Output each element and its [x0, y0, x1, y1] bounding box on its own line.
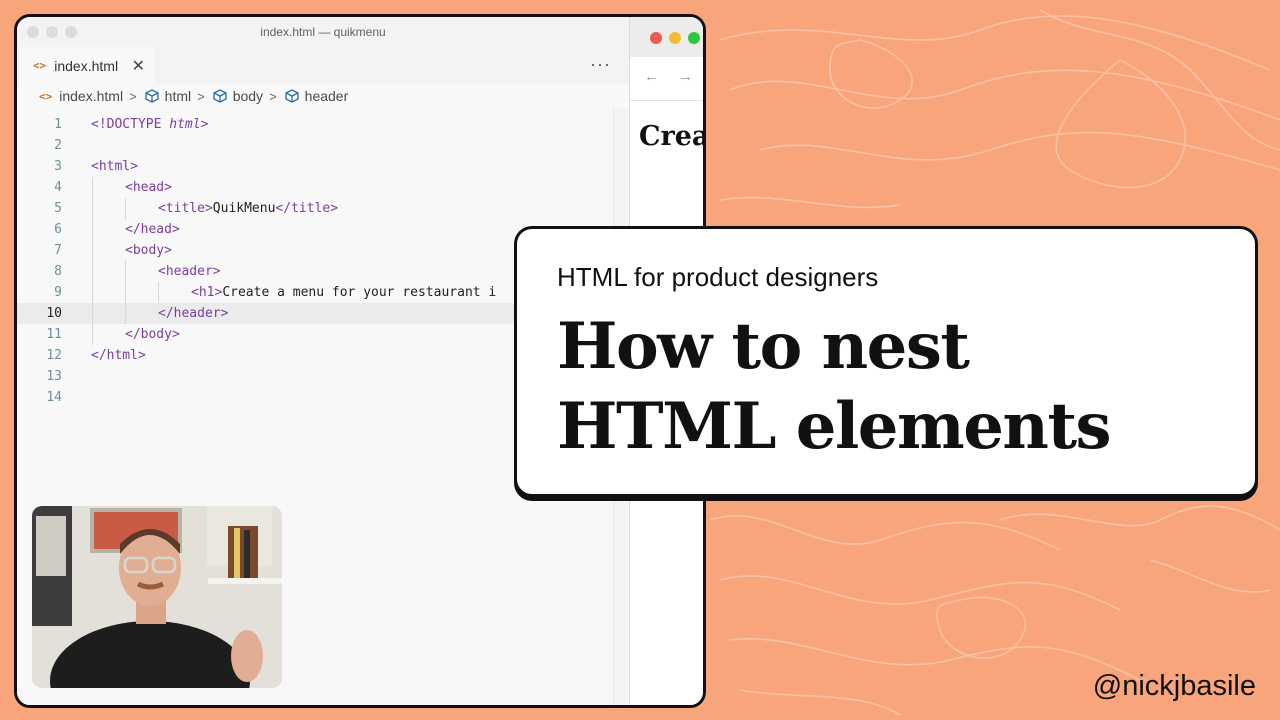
code-text: </header> [158, 306, 229, 321]
line-number: 13 [46, 369, 62, 384]
indent-guide [125, 198, 126, 219]
indent-guide [158, 282, 159, 303]
code-text: <h1>Create a menu for your restaurant i [191, 285, 497, 300]
code-text: <html> [91, 159, 138, 174]
browser-minimize-button[interactable] [669, 32, 681, 44]
page-heading-preview: Creat [639, 121, 703, 152]
line-number: 8 [54, 264, 62, 279]
editor-titlebar: index.html — quikmenu [17, 17, 703, 47]
code-text: <body> [125, 243, 172, 258]
code-text: </head> [125, 222, 180, 237]
line-number: 7 [54, 243, 62, 258]
line-number: 10 [46, 306, 62, 321]
code-line[interactable]: 5 <title>QuikMenu</title> [17, 198, 629, 219]
line-number: 11 [46, 327, 62, 342]
element-cube-icon [213, 89, 227, 103]
code-line[interactable]: 3 <html> [17, 156, 629, 177]
line-number: 4 [54, 180, 62, 195]
line-number: 2 [54, 138, 62, 153]
html-file-icon: <> [33, 59, 47, 72]
indent-guide [92, 177, 93, 198]
indent-guide [92, 198, 93, 219]
browser-toolbar: ← → [630, 57, 703, 101]
tab-bar: <> index.html ✕ ··· [17, 47, 629, 84]
back-arrow-icon[interactable]: ← [644, 68, 659, 85]
title-card: HTML for product designers How to nest H… [514, 226, 1258, 497]
line-number: 1 [54, 117, 62, 132]
html-file-icon: <> [39, 89, 53, 103]
window-title: index.html — quikmenu [260, 25, 386, 39]
indent-guide [125, 282, 126, 303]
line-number: 3 [54, 159, 62, 174]
indent-guide [125, 261, 126, 282]
browser-titlebar [630, 17, 703, 57]
close-icon[interactable]: ✕ [132, 56, 145, 76]
breadcrumb-label: body [232, 88, 264, 104]
chevron-right-icon: > [269, 88, 277, 104]
breadcrumb-label: header [304, 88, 349, 104]
tab-label: index.html [54, 57, 119, 74]
browser-close-button[interactable] [650, 32, 662, 44]
indent-guide [92, 324, 93, 345]
card-subtitle: HTML for product designers [557, 262, 879, 292]
breadcrumb-item-body[interactable]: body [212, 88, 263, 104]
code-line[interactable]: 2 [17, 135, 629, 156]
browser-zoom-button[interactable] [688, 32, 700, 44]
code-text: <head> [125, 180, 172, 195]
line-number: 5 [54, 201, 62, 216]
presenter-video-image [32, 506, 282, 688]
breadcrumb-item-html[interactable]: html [144, 88, 191, 104]
code-line[interactable]: 1 <!DOCTYPE html> [17, 114, 629, 135]
code-text: </body> [125, 327, 180, 342]
element-cube-icon [145, 89, 159, 103]
card-title-line: HTML elements [557, 389, 1112, 464]
chevron-right-icon: > [197, 88, 205, 104]
tab-index-html[interactable]: <> index.html ✕ [19, 47, 155, 84]
code-text: </html> [91, 348, 146, 363]
breadcrumb-item-header[interactable]: header [284, 88, 349, 104]
breadcrumb: <> index.html > html > body > header [17, 84, 629, 108]
code-line[interactable]: 4 <head> [17, 177, 629, 198]
ellipsis-icon[interactable]: ··· [590, 54, 611, 75]
line-number: 14 [46, 390, 62, 405]
indent-guide [92, 240, 93, 261]
indent-guide [92, 261, 93, 282]
code-text: <title>QuikMenu</title> [158, 201, 339, 216]
breadcrumb-label: index.html [59, 88, 124, 104]
chevron-right-icon: > [129, 88, 137, 104]
indent-guide [92, 282, 93, 303]
line-number: 12 [46, 348, 62, 363]
breadcrumb-item-file[interactable]: <> index.html [39, 88, 123, 104]
indent-guide [92, 303, 93, 324]
element-cube-icon [285, 89, 299, 103]
line-number: 9 [54, 285, 62, 300]
code-text: <header> [158, 264, 221, 279]
line-number: 6 [54, 222, 62, 237]
card-title: How to nest HTML elements [557, 307, 1237, 467]
webcam-feed [32, 506, 282, 688]
code-text: <!DOCTYPE html> [91, 117, 209, 132]
forward-arrow-icon[interactable]: → [678, 68, 693, 85]
indent-guide [125, 303, 126, 324]
breadcrumb-label: html [164, 88, 192, 104]
card-title-line: How to nest [557, 309, 970, 384]
indent-guide [92, 219, 93, 240]
author-handle: @nickjbasile [1092, 670, 1256, 702]
